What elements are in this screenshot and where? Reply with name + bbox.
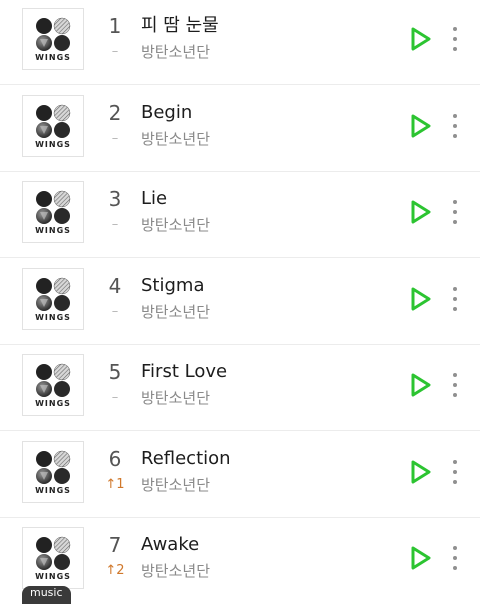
track-title[interactable]: Begin	[141, 101, 192, 125]
rank-number: 1	[108, 14, 122, 38]
track-row[interactable]: WINGS 6 ↑1 Reflection 방탄소년단	[0, 432, 480, 518]
track-title[interactable]: First Love	[141, 360, 227, 384]
track-row[interactable]: WINGS 5 – First Love 방탄소년단	[0, 345, 480, 431]
track-row[interactable]: WINGS 7 ↑2 Awake 방탄소년단	[0, 518, 480, 597]
rank-number: 6	[108, 447, 122, 471]
rank-number: 2	[108, 101, 122, 125]
track-artist[interactable]: 방탄소년단	[141, 475, 210, 495]
more-vertical-icon[interactable]	[446, 285, 464, 313]
play-icon[interactable]	[406, 543, 434, 573]
album-cover[interactable]: WINGS	[22, 441, 84, 503]
track-artist[interactable]: 방탄소년단	[141, 388, 210, 408]
album-cover[interactable]: WINGS	[22, 181, 84, 243]
album-cover-label: WINGS	[35, 313, 71, 322]
rank-number: 4	[108, 274, 122, 298]
more-vertical-icon[interactable]	[446, 198, 464, 226]
track-title[interactable]: Reflection	[141, 447, 231, 471]
rank-change: –	[111, 44, 119, 59]
rank-change: –	[111, 217, 119, 232]
rank-number: 7	[108, 533, 122, 557]
album-cover-label: WINGS	[35, 486, 71, 495]
album-cover[interactable]: WINGS	[22, 354, 84, 416]
rank-change: ↑2	[105, 563, 125, 578]
play-icon[interactable]	[406, 284, 434, 314]
track-title[interactable]: Awake	[141, 533, 199, 557]
track-artist[interactable]: 방탄소년단	[141, 215, 210, 235]
track-row[interactable]: WINGS 3 – Lie 방탄소년단	[0, 172, 480, 258]
album-cover[interactable]: WINGS	[22, 8, 84, 70]
track-row[interactable]: WINGS 1 – 피 땀 눈물방탄소년단	[0, 0, 480, 85]
track-title[interactable]: 피 땀 눈물	[141, 14, 219, 38]
more-vertical-icon[interactable]	[446, 544, 464, 572]
album-cover-label: WINGS	[35, 53, 71, 62]
play-icon[interactable]	[406, 197, 434, 227]
album-cover-label: WINGS	[35, 399, 71, 408]
more-vertical-icon[interactable]	[446, 25, 464, 53]
album-cover[interactable]: WINGS	[22, 268, 84, 330]
track-artist[interactable]: 방탄소년단	[141, 302, 210, 322]
track-title[interactable]: Stigma	[141, 274, 204, 298]
rank-change: –	[111, 131, 119, 146]
track-artist[interactable]: 방탄소년단	[141, 561, 210, 581]
play-icon[interactable]	[406, 111, 434, 141]
album-cover[interactable]: WINGS	[22, 95, 84, 157]
more-vertical-icon[interactable]	[446, 458, 464, 486]
play-icon[interactable]	[406, 370, 434, 400]
album-cover-label: WINGS	[35, 140, 71, 149]
row-divider	[0, 430, 480, 431]
rank-number: 5	[108, 360, 122, 384]
album-cover[interactable]: WINGS	[22, 527, 84, 589]
rank-change: –	[111, 304, 119, 319]
play-icon[interactable]	[406, 457, 434, 487]
play-icon[interactable]	[406, 24, 434, 54]
rank-change: –	[111, 390, 119, 405]
track-chart-list: WINGS 1– 피 땀 눈물 방탄소년단 WINGS 2– Begin 방탄소년단 WINGS…	[0, 0, 480, 597]
track-artist[interactable]: 방탄소년단	[141, 42, 210, 62]
rank-number: 3	[108, 187, 122, 211]
row-divider	[0, 257, 480, 258]
track-row[interactable]: WINGS 4 – Stigma 방탄소년단	[0, 259, 480, 345]
more-vertical-icon[interactable]	[446, 112, 464, 140]
album-cover-label: WINGS	[35, 572, 71, 581]
rank-change: ↑1	[105, 477, 125, 492]
track-title[interactable]: Lie	[141, 187, 167, 211]
album-cover-label: WINGS	[35, 226, 71, 235]
row-divider	[0, 84, 480, 85]
track-row[interactable]: WINGS 2 – Begin 방탄소년단	[0, 86, 480, 172]
more-vertical-icon[interactable]	[446, 371, 464, 399]
music-brand-badge: music	[22, 586, 71, 604]
track-artist[interactable]: 방탄소년단	[141, 129, 210, 149]
